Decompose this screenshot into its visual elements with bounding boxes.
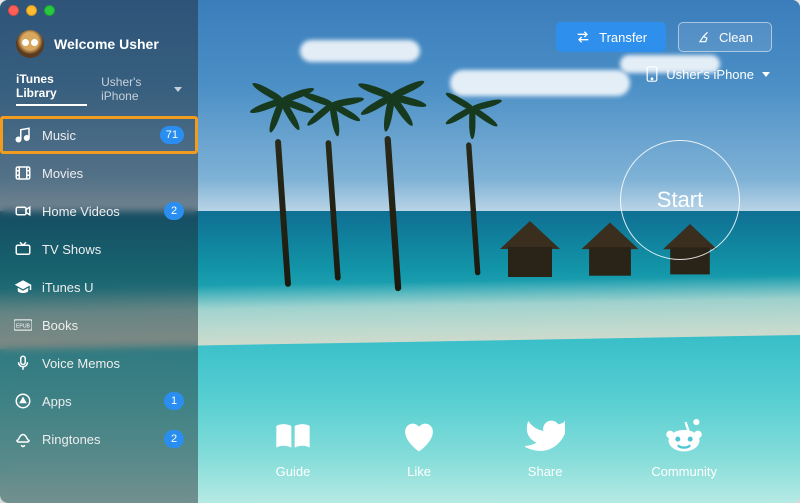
avatar [16,30,44,58]
button-label: Transfer [599,30,647,45]
bell-icon [14,430,32,448]
heart-icon [399,418,439,454]
window-minimize-button[interactable] [26,5,37,16]
sidebar-item-label: Voice Memos [42,356,120,371]
window-close-button[interactable] [8,5,19,16]
apps-icon [14,392,32,410]
transfer-icon [575,30,591,44]
count-badge: 71 [160,126,184,144]
window-maximize-button[interactable] [44,5,55,16]
user-header: Welcome Usher [0,24,198,72]
welcome-text: Welcome Usher [54,36,159,52]
count-badge: 2 [164,430,184,448]
reddit-icon [664,418,704,454]
epub-icon: EPUB [14,316,32,334]
phone-icon [646,66,658,82]
music-note-icon [14,126,32,144]
source-tabs: iTunes Library Usher's iPhone [0,72,198,116]
microphone-icon [14,354,32,372]
sidebar-item-itunes-u[interactable]: iTunes U [0,268,198,306]
guide-button[interactable]: Guide [273,418,313,479]
sidebar-item-books[interactable]: EPUB Books [0,306,198,344]
video-camera-icon [14,202,32,220]
tab-device[interactable]: Usher's iPhone [101,72,182,106]
sidebar-item-music[interactable]: Music 71 [0,116,198,154]
sidebar-item-ringtones[interactable]: Ringtones 2 [0,420,198,458]
device-selector[interactable]: Usher's iPhone [646,66,770,82]
film-icon [14,164,32,182]
chevron-down-icon [762,72,770,77]
graduation-cap-icon [14,278,32,296]
start-button[interactable]: Start [620,140,740,260]
twitter-icon [525,418,565,454]
tv-icon [14,240,32,258]
action-label: Share [528,464,563,479]
action-label: Guide [276,464,311,479]
titlebar [0,0,800,20]
svg-text:EPUB: EPUB [16,324,31,330]
sidebar-items: Music 71 Movies Home Videos [0,116,198,458]
device-label: Usher's iPhone [666,67,754,82]
top-actions: Transfer Clean [556,22,772,52]
like-button[interactable]: Like [399,418,439,479]
clean-button[interactable]: Clean [678,22,772,52]
sidebar-item-home-videos[interactable]: Home Videos 2 [0,192,198,230]
tab-label: iTunes Library [16,72,87,100]
tab-itunes-library[interactable]: iTunes Library [16,72,87,106]
action-label: Community [651,464,717,479]
sidebar-item-label: Home Videos [42,204,120,219]
tab-label: Usher's iPhone [101,75,170,103]
app-window: Welcome Usher iTunes Library Usher's iPh… [0,0,800,503]
chevron-down-icon [174,87,182,92]
transfer-button[interactable]: Transfer [556,22,666,52]
bottom-actions: Guide Like Share Community [230,418,760,479]
count-badge: 1 [164,392,184,410]
sidebar-item-label: Music [42,128,76,143]
sidebar-item-movies[interactable]: Movies [0,154,198,192]
sidebar-item-label: Movies [42,166,83,181]
share-button[interactable]: Share [525,418,565,479]
sidebar-item-label: Books [42,318,78,333]
action-label: Like [407,464,431,479]
sidebar-item-apps[interactable]: Apps 1 [0,382,198,420]
sidebar-item-label: Ringtones [42,432,101,447]
sidebar-item-label: Apps [42,394,72,409]
sidebar-item-label: iTunes U [42,280,94,295]
community-button[interactable]: Community [651,418,717,479]
count-badge: 2 [164,202,184,220]
sidebar-item-tv-shows[interactable]: TV Shows [0,230,198,268]
sidebar-item-label: TV Shows [42,242,101,257]
sidebar-item-voice-memos[interactable]: Voice Memos [0,344,198,382]
book-open-icon [273,418,313,454]
start-label: Start [657,187,703,213]
broom-icon [697,30,711,44]
button-label: Clean [719,30,753,45]
sidebar: Welcome Usher iTunes Library Usher's iPh… [0,0,198,503]
